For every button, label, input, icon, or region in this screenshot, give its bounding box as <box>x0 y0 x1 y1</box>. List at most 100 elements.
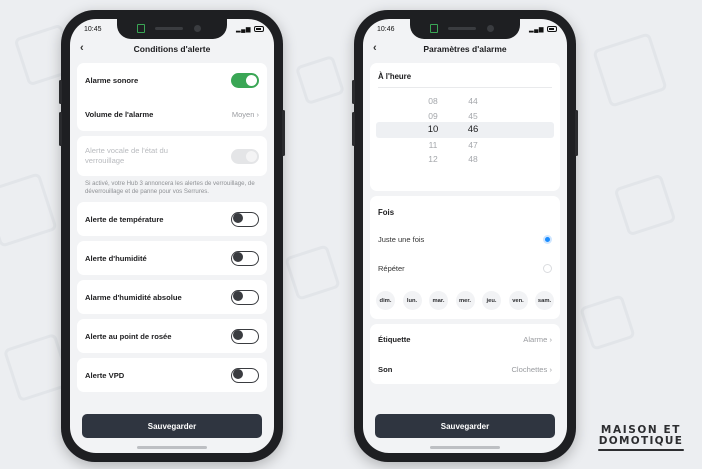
hour-selected[interactable]: 10 <box>418 123 448 138</box>
radio-repeat[interactable] <box>543 264 552 273</box>
hour-column[interactable]: 08 09 10 11 12 <box>418 94 448 167</box>
row-humidite: Alerte d'humidité <box>77 241 267 275</box>
minute-option[interactable]: 44 <box>458 94 488 109</box>
page-title: Paramètres d'alarme <box>423 44 507 54</box>
hour-option[interactable]: 08 <box>418 94 448 109</box>
son-value: Clochettes <box>511 364 548 374</box>
camera-icon <box>487 25 494 32</box>
home-indicator <box>137 446 207 449</box>
notch <box>117 19 227 39</box>
hour-option[interactable]: 12 <box>418 152 448 167</box>
logo-line2: DOMOTIQUE <box>598 435 684 447</box>
day-sam[interactable]: sam. <box>535 291 554 310</box>
row-label: Volume de l'alarme <box>85 109 154 119</box>
day-ven[interactable]: ven. <box>508 291 528 310</box>
minute-selected[interactable]: 46 <box>458 123 488 138</box>
abs-humidity-card: Alarme d'humidité absolue <box>77 280 267 314</box>
signal-icon: ▂▄▆ <box>529 26 544 33</box>
status-time: 10:45 <box>84 25 102 33</box>
etiquette-value: Alarme <box>523 334 548 344</box>
row-alerte-vocale: Alerte vocale de l'état du verrouillage <box>77 136 267 176</box>
time-picker[interactable]: 08 09 10 11 12 44 45 46 47 48 <box>370 94 560 174</box>
camera-icon <box>194 25 201 32</box>
row-label: Alarme d'humidité absolue <box>85 292 182 302</box>
row-label: Alerte VPD <box>85 370 125 380</box>
vpd-toggle[interactable] <box>231 367 259 383</box>
row-volume[interactable]: Volume de l'alarme Moyen › <box>77 97 267 131</box>
back-icon[interactable]: ‹ <box>373 42 377 54</box>
home-icon <box>430 24 438 33</box>
screen-left: 10:45 ▂▄▆ ‹ Conditions d'alerte Alarme s… <box>70 19 274 453</box>
time-section-title: À l'heure <box>378 72 412 81</box>
battery-icon <box>254 26 264 32</box>
chevron-right-icon: › <box>549 364 552 374</box>
dewpoint-card: Alerte au point de rosée <box>77 319 267 353</box>
volume-value: Moyen <box>231 109 255 119</box>
row-point-rosee: Alerte au point de rosée <box>77 319 267 353</box>
hour-option[interactable]: 09 <box>418 109 448 124</box>
sound-card: Alarme sonore Volume de l'alarme Moyen › <box>77 63 267 131</box>
notch <box>410 19 520 39</box>
minute-option[interactable]: 45 <box>458 109 488 124</box>
alarme-sonore-toggle[interactable] <box>231 72 259 88</box>
repeat-section-title: Fois <box>378 208 395 217</box>
nav-bar: ‹ Conditions d'alerte <box>70 39 274 59</box>
row-label: Étiquette <box>378 334 411 344</box>
row-humidite-absolue: Alarme d'humidité absolue <box>77 280 267 314</box>
status-time: 10:46 <box>377 25 395 33</box>
humidite-absolue-toggle[interactable] <box>231 289 259 305</box>
humidity-card: Alerte d'humidité <box>77 241 267 275</box>
day-mer[interactable]: mer. <box>455 291 475 310</box>
time-card: À l'heure 08 09 10 11 12 44 45 46 47 48 <box>370 63 560 191</box>
row-label: Alerte de température <box>85 214 164 224</box>
radio-once[interactable] <box>543 235 552 244</box>
day-jeu[interactable]: jeu. <box>482 291 501 310</box>
lock-voice-note: Si activé, votre Hub 3 annoncera les ale… <box>85 180 255 195</box>
logo-swoosh <box>598 449 684 451</box>
option-label: Répéter <box>378 264 405 273</box>
brand-logo: MAISON ET DOMOTIQUE <box>598 424 684 451</box>
signal-icon: ▂▄▆ <box>236 26 251 33</box>
option-repeat[interactable]: Répéter <box>370 254 560 283</box>
weekday-selector: dim. lun. mar. mer. jeu. ven. sam. <box>370 283 560 319</box>
option-label: Juste une fois <box>378 235 425 244</box>
day-lun[interactable]: lun. <box>402 291 422 310</box>
nav-bar: ‹ Paramètres d'alarme <box>363 39 567 59</box>
phone-left: 10:45 ▂▄▆ ‹ Conditions d'alerte Alarme s… <box>59 10 285 462</box>
minute-option[interactable]: 48 <box>458 152 488 167</box>
phone-right: 10:46 ▂▄▆ ‹ Paramètres d'alarme À l'heur… <box>352 10 578 462</box>
hour-option[interactable]: 11 <box>418 138 448 153</box>
humidite-toggle[interactable] <box>231 250 259 266</box>
temperature-toggle[interactable] <box>231 211 259 227</box>
row-label: Alerte vocale de l'état du verrouillage <box>85 146 168 165</box>
lock-voice-card: Alerte vocale de l'état du verrouillage <box>77 136 267 176</box>
row-son[interactable]: Son Clochettes › <box>370 354 560 384</box>
screen-right: 10:46 ▂▄▆ ‹ Paramètres d'alarme À l'heur… <box>363 19 567 453</box>
chevron-right-icon: › <box>256 109 260 119</box>
point-rosee-toggle[interactable] <box>231 328 259 344</box>
row-label: Alarme sonore <box>85 75 139 85</box>
row-label: Alerte au point de rosée <box>85 331 172 341</box>
alerte-vocale-toggle[interactable] <box>231 148 259 164</box>
page-title: Conditions d'alerte <box>133 44 211 54</box>
day-dim[interactable]: dim. <box>376 291 395 310</box>
vpd-card: Alerte VPD <box>77 358 267 392</box>
home-icon <box>137 24 145 33</box>
save-button[interactable]: Sauvegarder <box>82 414 262 438</box>
home-indicator <box>430 446 500 449</box>
temp-card: Alerte de température <box>77 202 267 236</box>
save-button[interactable]: Sauvegarder <box>375 414 555 438</box>
day-mar[interactable]: mar. <box>429 291 448 310</box>
row-alarme-sonore: Alarme sonore <box>77 63 267 97</box>
row-label: Alerte d'humidité <box>85 253 147 263</box>
back-icon[interactable]: ‹ <box>80 42 84 54</box>
chevron-right-icon: › <box>549 334 552 344</box>
row-etiquette[interactable]: Étiquette Alarme › <box>370 324 560 354</box>
label-sound-card: Étiquette Alarme › Son Clochettes › <box>370 324 560 384</box>
minute-option[interactable]: 47 <box>458 138 488 153</box>
option-once[interactable]: Juste une fois <box>370 225 560 254</box>
row-vpd: Alerte VPD <box>77 358 267 392</box>
minute-column[interactable]: 44 45 46 47 48 <box>458 94 488 167</box>
battery-icon <box>547 26 557 32</box>
row-temperature: Alerte de température <box>77 202 267 236</box>
